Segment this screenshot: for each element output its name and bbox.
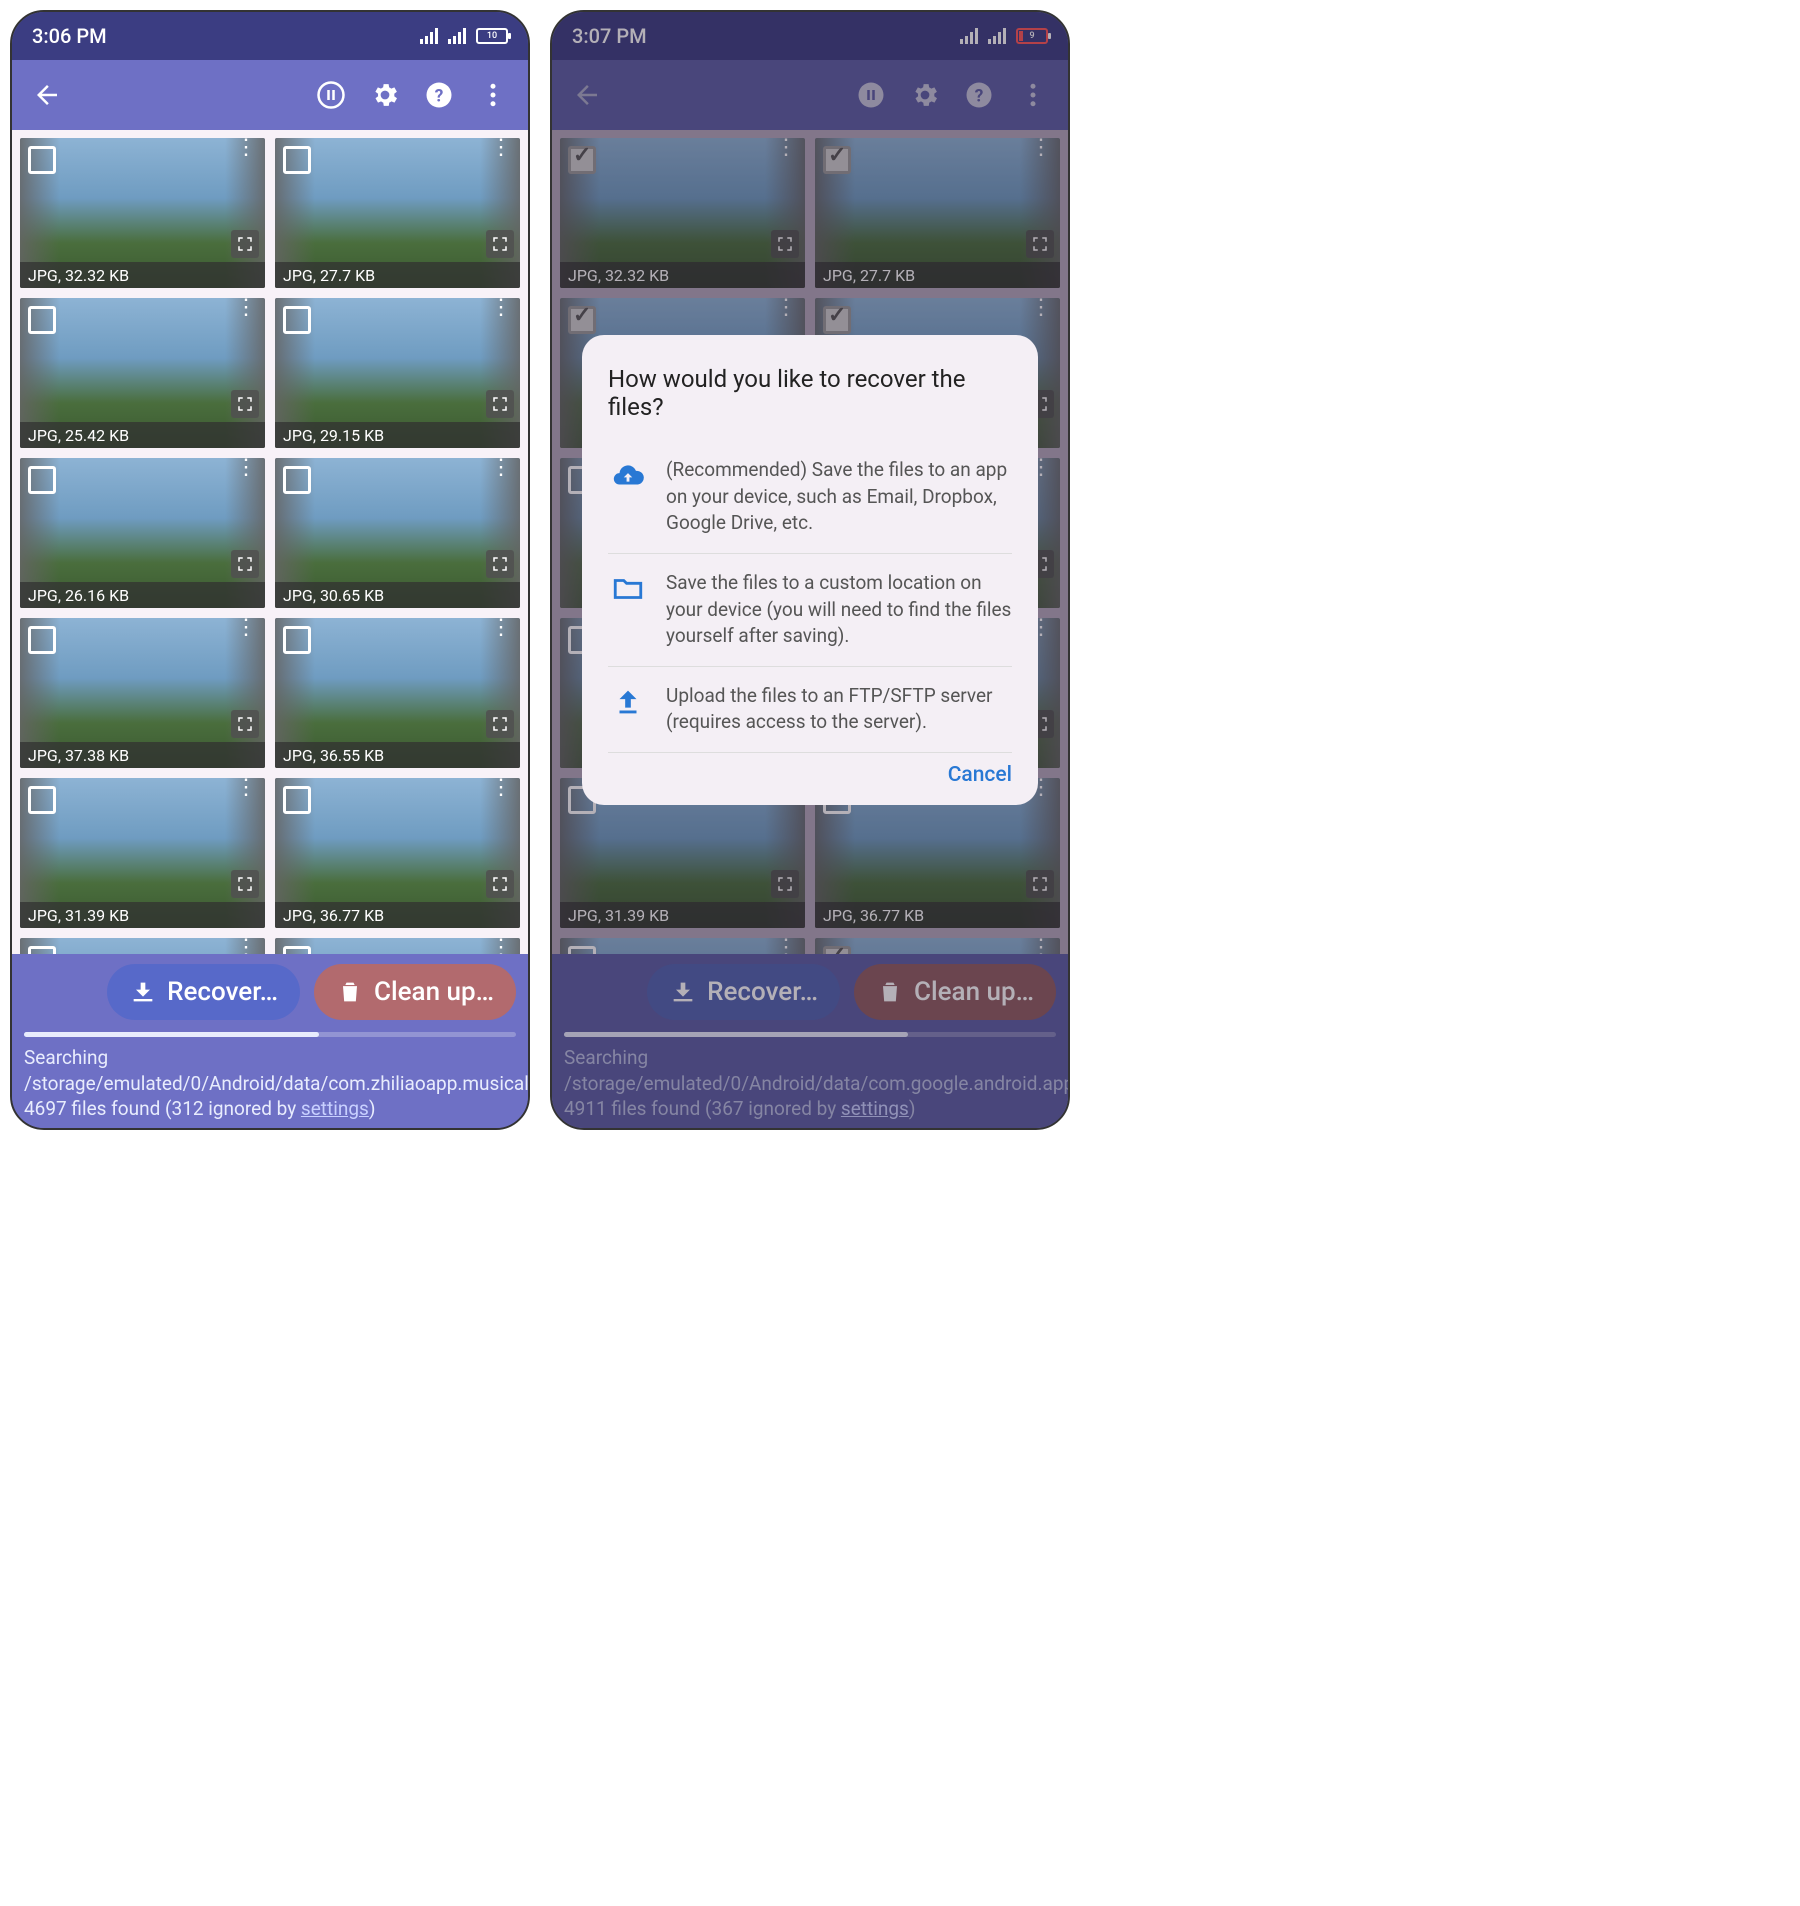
- status-bar: 3:06 PM 10: [12, 12, 528, 60]
- fullscreen-icon[interactable]: [231, 870, 259, 898]
- svg-text:?: ?: [435, 86, 444, 106]
- select-checkbox[interactable]: [283, 306, 311, 334]
- thumbnail-label: JPG, 29.15 KB: [275, 422, 520, 448]
- option-text: Save the files to a custom location on y…: [666, 570, 1012, 650]
- select-checkbox[interactable]: [28, 466, 56, 494]
- select-checkbox[interactable]: [28, 946, 56, 954]
- cleanup-button[interactable]: Clean up…: [314, 964, 516, 1020]
- item-overflow-icon[interactable]: [235, 464, 257, 472]
- select-checkbox[interactable]: [283, 466, 311, 494]
- download-icon: [129, 978, 157, 1006]
- select-checkbox[interactable]: [283, 786, 311, 814]
- dialog-title: How would you like to recover the files?: [608, 365, 1012, 421]
- fullscreen-icon[interactable]: [486, 710, 514, 738]
- option-text: (Recommended) Save the files to an app o…: [666, 457, 1012, 537]
- recover-dialog: How would you like to recover the files?…: [582, 335, 1038, 805]
- thumbnail-item[interactable]: JPG, 29.15 KB: [275, 298, 520, 448]
- item-overflow-icon[interactable]: [235, 944, 257, 952]
- overflow-button[interactable]: [466, 68, 520, 122]
- item-overflow-icon[interactable]: [235, 144, 257, 152]
- thumbnail-item[interactable]: JPG, 25.42 KB: [20, 298, 265, 448]
- fullscreen-icon[interactable]: [486, 550, 514, 578]
- item-overflow-icon[interactable]: [490, 304, 512, 312]
- bottom-bar: Recover… Clean up… Searching /storage/em…: [12, 954, 528, 1128]
- item-overflow-icon[interactable]: [490, 464, 512, 472]
- thumbnail-item[interactable]: JPG, 36.77 KB: [275, 778, 520, 928]
- cleanup-label: Clean up…: [374, 977, 494, 1007]
- dialog-overlay[interactable]: How would you like to recover the files?…: [552, 12, 1068, 1128]
- thumbnail-label: JPG, 25.42 KB: [20, 422, 265, 448]
- fullscreen-icon[interactable]: [486, 870, 514, 898]
- select-checkbox[interactable]: [28, 626, 56, 654]
- fullscreen-icon[interactable]: [231, 550, 259, 578]
- thumbnail-item[interactable]: JPG, 27.7 KB: [275, 138, 520, 288]
- fullscreen-icon[interactable]: [231, 710, 259, 738]
- cancel-button[interactable]: Cancel: [948, 763, 1012, 787]
- fullscreen-icon[interactable]: [231, 230, 259, 258]
- thumbnail-item[interactable]: JPG, 37.38 KB: [20, 618, 265, 768]
- thumbnail-label: JPG, 36.77 KB: [275, 902, 520, 928]
- item-overflow-icon[interactable]: [490, 624, 512, 632]
- thumbnail-item[interactable]: JPG, 26.16 KB: [20, 458, 265, 608]
- item-overflow-icon[interactable]: [490, 784, 512, 792]
- thumbnail-label: JPG, 37.38 KB: [20, 742, 265, 768]
- select-checkbox[interactable]: [283, 946, 311, 954]
- item-overflow-icon[interactable]: [235, 624, 257, 632]
- fullscreen-icon[interactable]: [486, 390, 514, 418]
- thumbnail-label: JPG, 27.7 KB: [275, 262, 520, 288]
- thumbnail-item[interactable]: JPG, 30.65 KB: [275, 458, 520, 608]
- thumbnail-item[interactable]: JPG, 32.32 KB: [20, 138, 265, 288]
- thumbnail-label: JPG, 36.55 KB: [275, 742, 520, 768]
- fullscreen-icon[interactable]: [231, 390, 259, 418]
- thumbnail-label: JPG, 30.65 KB: [275, 582, 520, 608]
- progress-bar: [24, 1032, 516, 1037]
- thumbnail-label: JPG, 31.39 KB: [20, 902, 265, 928]
- battery-icon: 10: [476, 28, 508, 44]
- thumbnail-item[interactable]: [275, 938, 520, 954]
- item-overflow-icon[interactable]: [490, 144, 512, 152]
- option-text: Upload the files to an FTP/SFTP server (…: [666, 683, 1012, 736]
- select-checkbox[interactable]: [28, 306, 56, 334]
- item-overflow-icon[interactable]: [235, 304, 257, 312]
- item-overflow-icon[interactable]: [235, 784, 257, 792]
- trash-icon: [336, 978, 364, 1006]
- recover-button[interactable]: Recover…: [107, 964, 300, 1020]
- status-text: Searching /storage/emulated/0/Android/da…: [20, 1045, 520, 1122]
- status-icons: 10: [420, 28, 508, 44]
- recover-label: Recover…: [167, 977, 278, 1007]
- status-time: 3:06 PM: [32, 24, 107, 48]
- option-upload-ftp[interactable]: Upload the files to an FTP/SFTP server (…: [608, 667, 1012, 753]
- thumbnail-item[interactable]: JPG, 36.55 KB: [275, 618, 520, 768]
- select-checkbox[interactable]: [283, 146, 311, 174]
- upload-icon: [608, 683, 648, 719]
- thumbnail-item[interactable]: JPG, 31.39 KB: [20, 778, 265, 928]
- signal-icon: [448, 28, 466, 44]
- option-save-app[interactable]: (Recommended) Save the files to an app o…: [608, 441, 1012, 554]
- signal-icon: [420, 28, 438, 44]
- select-checkbox[interactable]: [283, 626, 311, 654]
- folder-icon: [608, 570, 648, 606]
- settings-button[interactable]: [358, 68, 412, 122]
- thumbnail-label: JPG, 26.16 KB: [20, 582, 265, 608]
- help-button[interactable]: ?: [412, 68, 466, 122]
- toolbar: ?: [12, 60, 528, 130]
- item-overflow-icon[interactable]: [490, 944, 512, 952]
- settings-link[interactable]: settings: [301, 1097, 369, 1120]
- thumbnail-grid[interactable]: JPG, 32.32 KB JPG, 27.7 KB JPG, 25.42 KB JP…: [12, 130, 528, 954]
- cloud-upload-icon: [608, 457, 648, 493]
- phone-left: 3:06 PM 10 ? JPG, 32.32 KBJPG, 27.7 KBJP…: [10, 10, 530, 1130]
- back-button[interactable]: [20, 68, 74, 122]
- thumbnail-item[interactable]: [20, 938, 265, 954]
- fullscreen-icon[interactable]: [486, 230, 514, 258]
- select-checkbox[interactable]: [28, 146, 56, 174]
- pause-button[interactable]: [304, 68, 358, 122]
- option-save-folder[interactable]: Save the files to a custom location on y…: [608, 554, 1012, 667]
- thumbnail-label: JPG, 32.32 KB: [20, 262, 265, 288]
- select-checkbox[interactable]: [28, 786, 56, 814]
- phone-right: 3:07 PM 9 ? JPG, 32.32 KBJPG, 27.7 KBJPG…: [550, 10, 1070, 1130]
